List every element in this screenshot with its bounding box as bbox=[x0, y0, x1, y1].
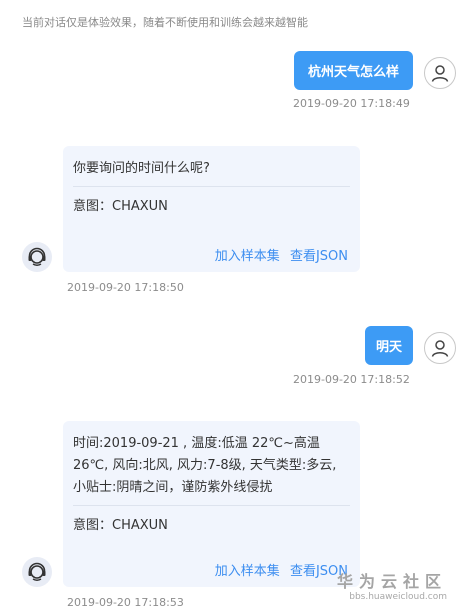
user-message-text: 明天 bbox=[375, 340, 402, 355]
message-timestamp: 2019-09-20 17:18:53 bbox=[67, 596, 184, 609]
user-avatar bbox=[424, 332, 456, 364]
bot-intent-label: 意图：CHAXUN bbox=[73, 518, 168, 533]
bot-actions: 加入样本集 查看JSON bbox=[209, 560, 348, 579]
bot-message-text: 时间:2019-09-21 , 温度:低温 22℃~高温 26℃, 风向:北风,… bbox=[73, 433, 350, 506]
bot-actions: 加入样本集 查看JSON bbox=[209, 245, 348, 264]
watermark: 华为云社区 bbs.huaweicloud.com bbox=[337, 568, 447, 602]
user-outline-icon bbox=[431, 65, 449, 82]
chat-notice: 当前对话仅是体验效果，随着不断使用和训练会越来越智能 bbox=[22, 16, 308, 29]
bot-message-text: 你要询问的时间什么呢? bbox=[73, 158, 350, 187]
watermark-title: 华为云社区 bbox=[336, 572, 447, 591]
bot-avatar bbox=[22, 242, 52, 272]
user-avatar bbox=[424, 57, 456, 89]
message-timestamp: 2019-09-20 17:18:50 bbox=[67, 281, 184, 294]
view-json-link[interactable]: 查看JSON bbox=[290, 249, 348, 264]
robot-headset-icon bbox=[28, 247, 46, 266]
watermark-url: bbs.huaweicloud.com bbox=[349, 592, 447, 602]
message-timestamp: 2019-09-20 17:18:49 bbox=[293, 97, 410, 110]
add-sample-link[interactable]: 加入样本集 bbox=[215, 564, 280, 579]
bot-avatar bbox=[22, 557, 52, 587]
user-outline-icon bbox=[431, 340, 449, 357]
robot-headset-icon bbox=[28, 562, 46, 581]
add-sample-link[interactable]: 加入样本集 bbox=[215, 249, 280, 264]
user-message-bubble: 明天 bbox=[365, 326, 413, 365]
bot-message-card: 时间:2019-09-21 , 温度:低温 22℃~高温 26℃, 风向:北风,… bbox=[63, 421, 360, 587]
bot-intent-label: 意图：CHAXUN bbox=[73, 199, 168, 214]
message-timestamp: 2019-09-20 17:18:52 bbox=[293, 373, 410, 386]
user-message-text: 杭州天气怎么样 bbox=[307, 65, 399, 80]
bot-message-card: 你要询问的时间什么呢? 意图：CHAXUN 加入样本集 查看JSON bbox=[63, 146, 360, 272]
user-message-bubble: 杭州天气怎么样 bbox=[294, 51, 413, 90]
